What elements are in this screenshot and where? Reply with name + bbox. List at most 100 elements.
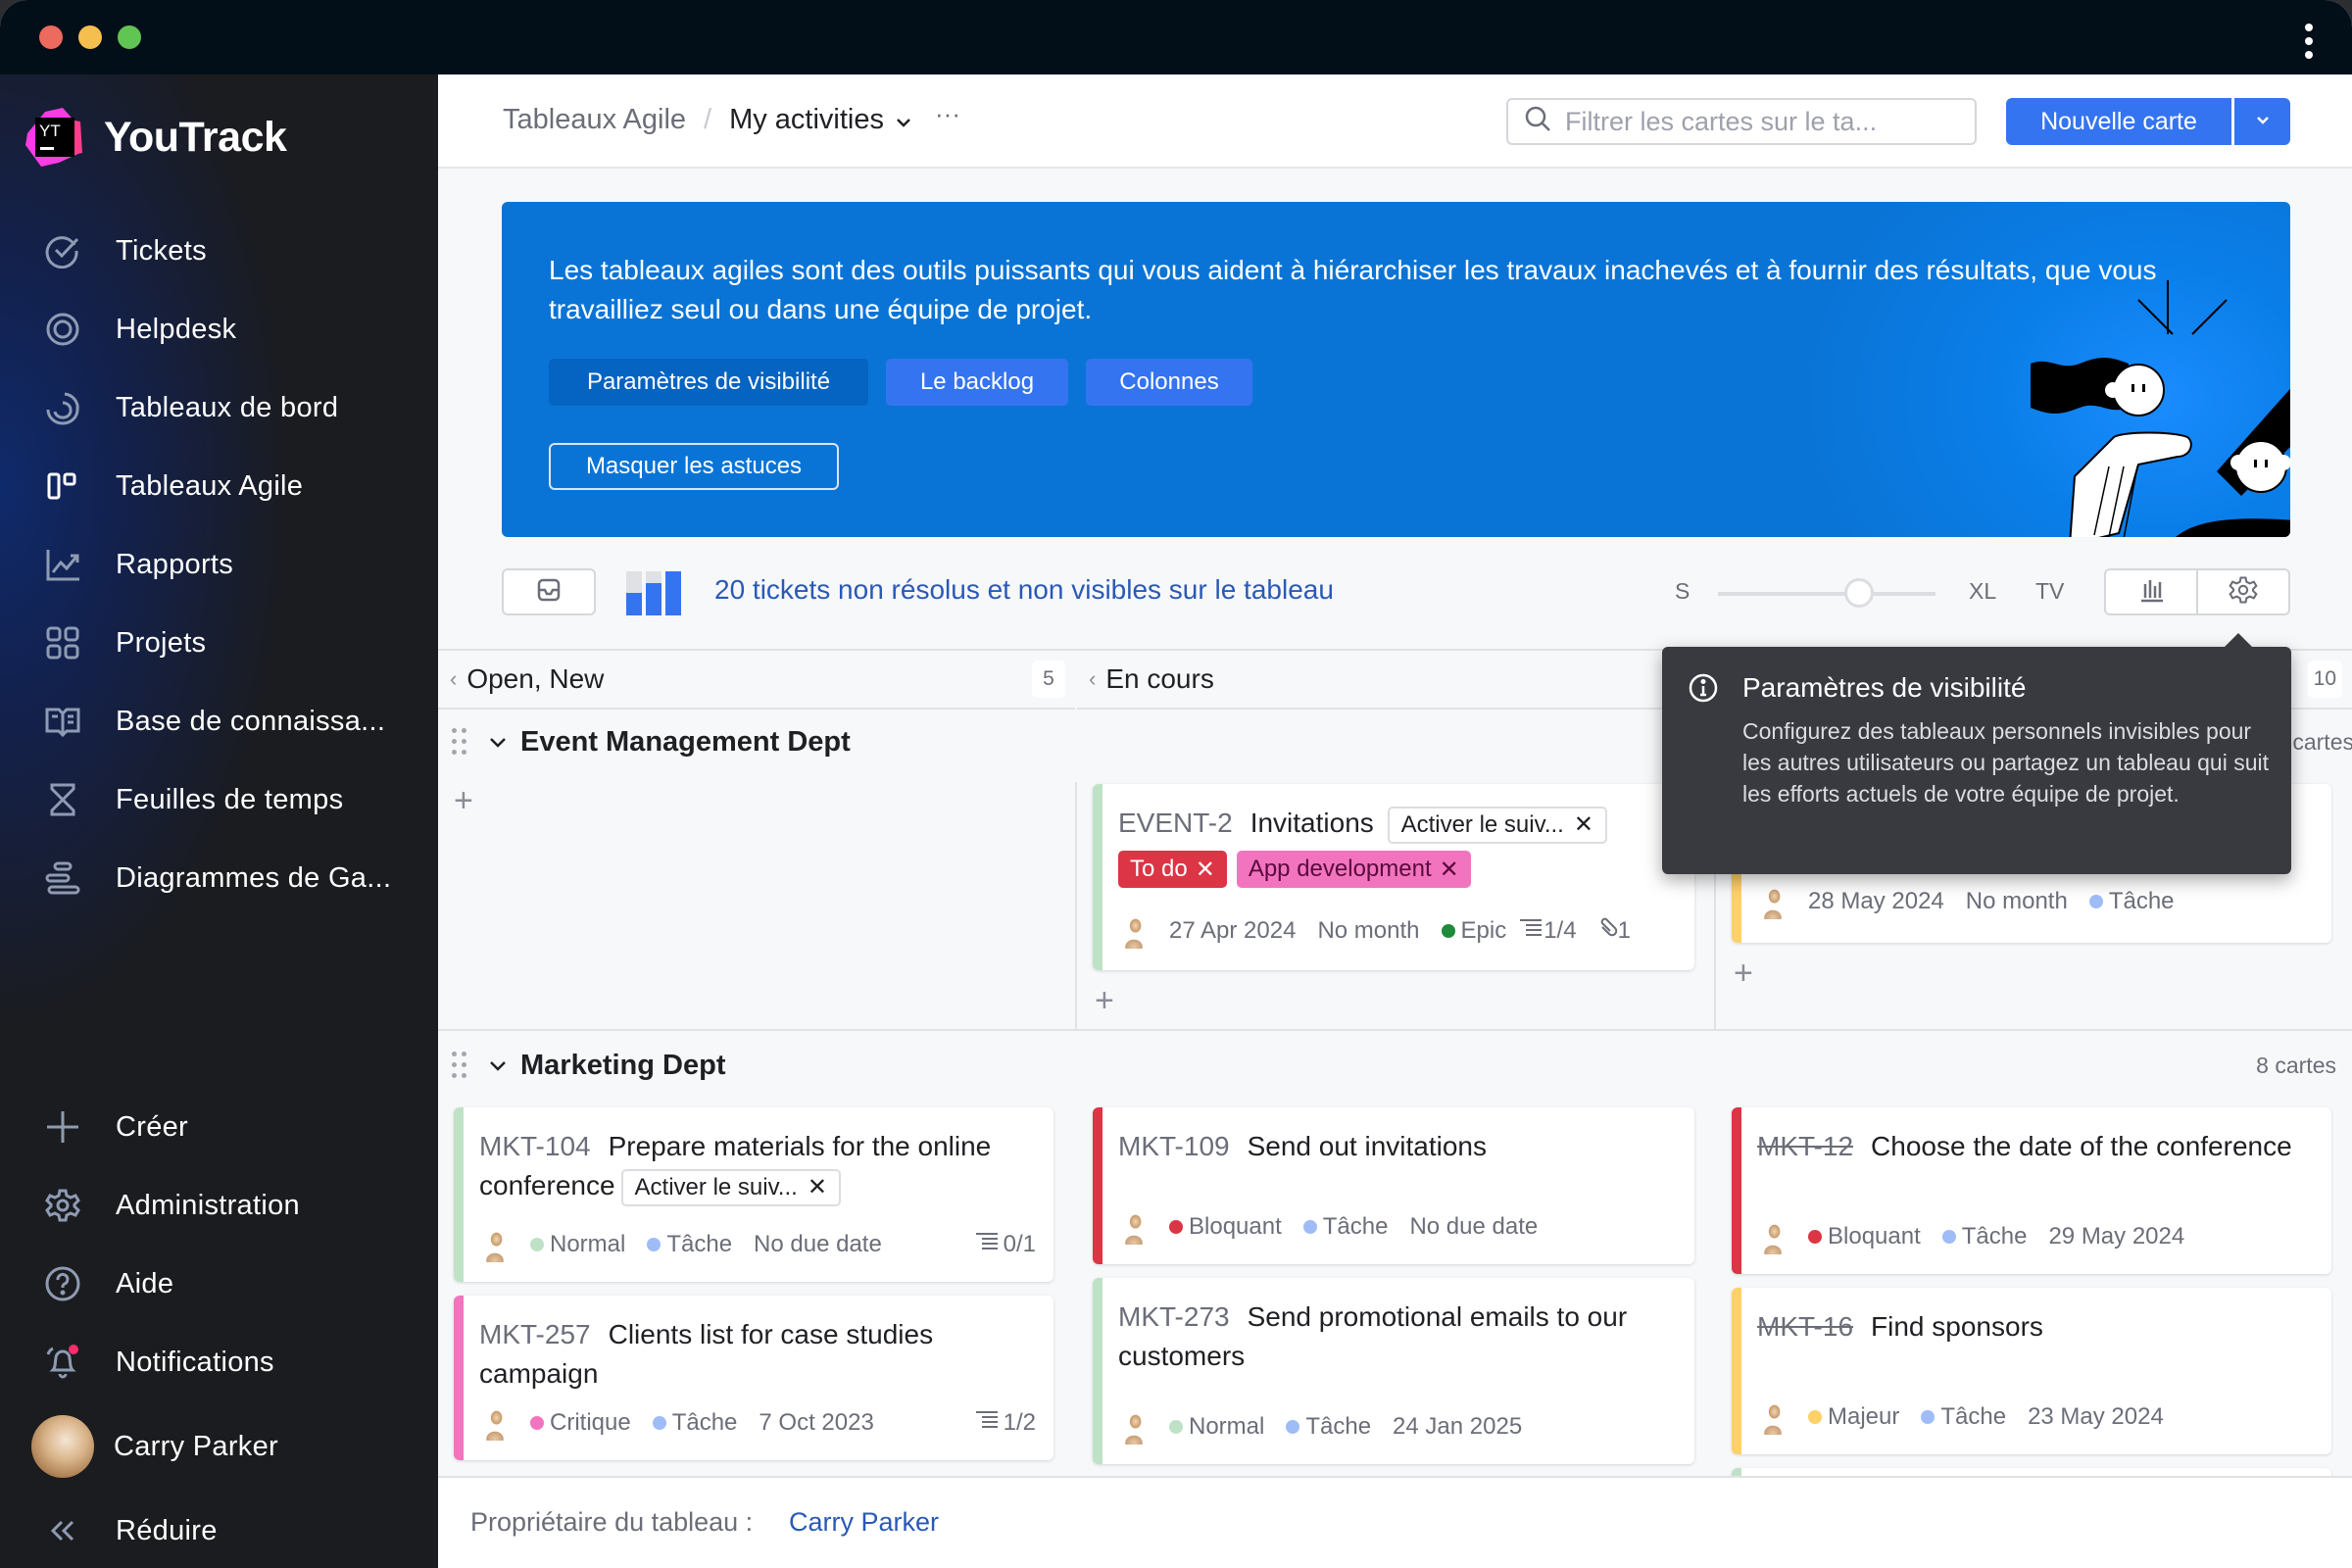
tag-todo[interactable]: To do ✕: [1118, 851, 1227, 888]
card-title: Send out invitations: [1247, 1131, 1487, 1161]
chart-line-icon: [43, 545, 82, 584]
card-mkt-104[interactable]: MKT-104 Prepare materials for the online …: [454, 1107, 1054, 1282]
bar-chart-icon: [2137, 576, 2165, 609]
type-dot: [1286, 1420, 1300, 1434]
card-id[interactable]: MKT-12: [1757, 1131, 1853, 1161]
size-label-tv[interactable]: TV: [2035, 578, 2064, 605]
type-label: Tâche: [1940, 1403, 2007, 1430]
sidebar-item-helpdesk[interactable]: Helpdesk: [0, 290, 438, 368]
drag-handle-icon[interactable]: [452, 1052, 467, 1079]
chart-button[interactable]: [2106, 570, 2198, 613]
column-header-open[interactable]: ‹ Open, New 5: [438, 651, 1075, 710]
sidebar-item-create[interactable]: Créer: [0, 1088, 438, 1166]
swimlane-marketing[interactable]: Marketing Dept 8 cartes: [438, 1037, 2352, 1094]
columns-button[interactable]: Colonnes: [1086, 359, 1252, 406]
tag[interactable]: Activer le suiv... ✕: [1387, 806, 1607, 845]
app-window: YT YouTrack Tickets Helpdesk Tableaux de…: [0, 0, 2352, 1568]
chevron-down-icon: [2256, 113, 2270, 130]
breadcrumb: Tableaux Agile / My activities ···: [503, 99, 960, 136]
priority-dot: [1808, 1410, 1822, 1424]
maximize-window-button[interactable]: [118, 25, 141, 49]
card-event-2[interactable]: EVENT-2 Invitations Activer le suiv... ✕ T…: [1093, 784, 1694, 970]
view-toggle: [2104, 568, 2290, 615]
kebab-vertical-icon[interactable]: [2305, 24, 2315, 59]
owner-link[interactable]: Carry Parker: [789, 1507, 939, 1538]
hourglass-icon: [43, 780, 82, 819]
sidebar-item-dashboards[interactable]: Tableaux de bord: [0, 368, 438, 447]
card-mkt-16[interactable]: MKT-16 Find sponsors Majeur Tâche 23 May 202…: [1732, 1288, 2331, 1454]
new-card-dropdown-button[interactable]: [2234, 98, 2290, 145]
size-label-s: S: [1675, 578, 1690, 604]
svg-text:YT: YT: [39, 122, 61, 140]
sidebar-item-help[interactable]: Aide: [0, 1245, 438, 1323]
logo[interactable]: YT YouTrack: [24, 106, 287, 169]
card-id[interactable]: MKT-257: [479, 1319, 591, 1349]
search-placeholder: Filtrer les cartes sur le ta...: [1565, 106, 1878, 136]
sidebar-item-reports[interactable]: Rapports: [0, 525, 438, 604]
card-mkt-12[interactable]: MKT-12 Choose the date of the conference B…: [1732, 1107, 2331, 1274]
backlog-button[interactable]: Le backlog: [886, 359, 1068, 406]
board-settings-button[interactable]: [2198, 570, 2288, 613]
more-actions-button[interactable]: ···: [935, 99, 960, 129]
sidebar-item-tickets[interactable]: Tickets: [0, 212, 438, 290]
card-title: Find sponsors: [1871, 1311, 2043, 1342]
card-size-slider[interactable]: [1718, 592, 1936, 596]
close-icon[interactable]: ✕: [808, 1168, 827, 1207]
sidebar-item-projects[interactable]: Projets: [0, 604, 438, 682]
card-mkt-273[interactable]: MKT-273 Send promotional emails to our cu…: [1093, 1278, 1694, 1464]
sidebar-item-gantt[interactable]: Diagrammes de Ga...: [0, 839, 438, 917]
chevron-down-icon[interactable]: [489, 729, 507, 755]
sidebar-item-agile-boards[interactable]: Tableaux Agile: [0, 447, 438, 525]
search-input[interactable]: Filtrer les cartes sur le ta...: [1506, 98, 1977, 145]
main-content: Tableaux Agile / My activities ··· Filtr…: [438, 74, 2352, 1568]
close-icon[interactable]: ✕: [1196, 856, 1215, 884]
bell-icon: [43, 1343, 82, 1382]
card-size-slider-handle[interactable]: [1844, 578, 1875, 608]
type-dot: [1302, 1220, 1317, 1234]
priority-dot: [1169, 1220, 1183, 1234]
breadcrumb-agile-boards[interactable]: Tableaux Agile: [503, 104, 686, 136]
column-divider: [1075, 782, 1077, 1029]
new-card-button[interactable]: Nouvelle carte: [2006, 98, 2231, 145]
double-chevron-left-icon: [43, 1511, 82, 1550]
drag-handle-icon[interactable]: [452, 728, 467, 756]
close-icon[interactable]: ✕: [1440, 856, 1459, 884]
chevron-down-icon[interactable]: [489, 1053, 507, 1078]
add-card-button[interactable]: +: [1095, 984, 1114, 1017]
sidebar-item-administration[interactable]: Administration: [0, 1166, 438, 1245]
backlog-toggle-button[interactable]: [502, 568, 596, 615]
card-id[interactable]: MKT-16: [1757, 1311, 1853, 1342]
chevron-left-icon[interactable]: ‹: [1089, 666, 1096, 692]
close-window-button[interactable]: [39, 25, 63, 49]
card-id[interactable]: MKT-273: [1118, 1301, 1230, 1332]
board-selector[interactable]: My activities: [729, 104, 884, 136]
type-label: Tâche: [1322, 1213, 1389, 1240]
visibility-settings-button[interactable]: Paramètres de visibilité: [549, 359, 868, 406]
add-card-button[interactable]: +: [454, 784, 473, 817]
sidebar-item-notifications[interactable]: Notifications: [0, 1323, 438, 1401]
sidebar-collapse-button[interactable]: Réduire: [0, 1492, 438, 1568]
card-partial[interactable]: [1732, 1468, 2331, 1476]
minimize-window-button[interactable]: [78, 25, 102, 49]
due-date: 7 Oct 2023: [759, 1409, 874, 1436]
card-mkt-257[interactable]: MKT-257 Clients list for case studies cam…: [454, 1296, 1054, 1460]
chevron-left-icon[interactable]: ‹: [450, 666, 457, 692]
check-circle-icon: [43, 231, 82, 270]
card-id[interactable]: MKT-109: [1118, 1131, 1230, 1161]
sidebar-item-knowledge-base[interactable]: Base de connaissa...: [0, 682, 438, 760]
chevron-down-icon[interactable]: [896, 104, 911, 136]
sidebar-item-timesheets[interactable]: Feuilles de temps: [0, 760, 438, 839]
sidebar-user[interactable]: Carry Parker: [0, 1401, 438, 1492]
avatar: [31, 1415, 94, 1478]
tag-app-development[interactable]: App development ✕: [1236, 851, 1471, 888]
card-id[interactable]: MKT-104: [479, 1131, 591, 1161]
avatar: [1118, 1409, 1150, 1445]
column-header-in-progress[interactable]: ‹ En cours: [1077, 651, 1714, 710]
unresolved-tickets-link[interactable]: 20 tickets non résolus et non visibles s…: [714, 574, 1334, 606]
tag[interactable]: Activer le suiv... ✕: [620, 1168, 841, 1207]
close-icon[interactable]: ✕: [1574, 806, 1593, 845]
add-card-button[interactable]: +: [1734, 956, 1753, 990]
hide-tips-button[interactable]: Masquer les astuces: [549, 443, 839, 490]
card-mkt-109[interactable]: MKT-109 Send out invitations Bloquant Tâche…: [1093, 1107, 1694, 1264]
card-id[interactable]: EVENT-2: [1118, 808, 1233, 838]
